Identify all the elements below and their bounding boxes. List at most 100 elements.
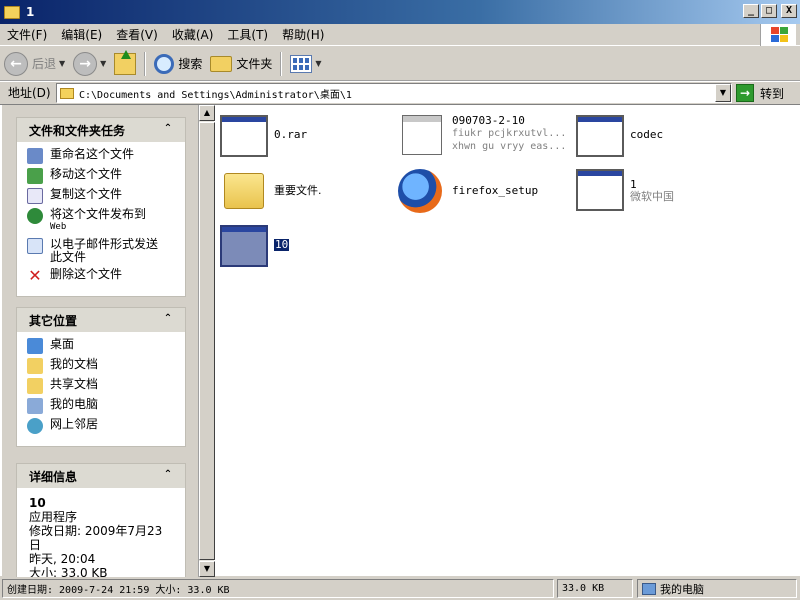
collapse-icon[interactable]: ⌃ bbox=[161, 123, 175, 137]
menu-favorites[interactable]: 收藏(A) bbox=[165, 26, 221, 43]
folders-label: 文件夹 bbox=[236, 57, 273, 71]
task-delete[interactable]: ✕ 删除这个文件 bbox=[27, 268, 175, 284]
file-item[interactable]: 重要文件. bbox=[220, 169, 322, 213]
collapse-icon[interactable]: ⌃ bbox=[161, 469, 175, 483]
folder-icon bbox=[4, 5, 20, 19]
file-name: codec bbox=[630, 128, 664, 141]
collapse-icon[interactable]: ⌃ bbox=[161, 313, 175, 327]
menu-view[interactable]: 查看(V) bbox=[109, 26, 165, 43]
details-header[interactable]: 详细信息 ⌃ bbox=[17, 464, 185, 488]
file-item[interactable]: 0.rar bbox=[220, 115, 307, 159]
task-move[interactable]: 移动这个文件 bbox=[27, 168, 175, 184]
file-name: 10 bbox=[274, 238, 290, 251]
copy-icon bbox=[27, 188, 43, 204]
task-label-sub: Web bbox=[50, 222, 67, 232]
file-item[interactable]: 090703-2-10 fiukr pcjkrxutvl... xhwn gu … bbox=[398, 115, 566, 159]
detail-size: 大小: 33.0 KB bbox=[29, 566, 108, 577]
shared-documents-icon bbox=[27, 378, 43, 394]
file-name: firefox_setup bbox=[452, 184, 539, 197]
forward-button[interactable]: → ▼ bbox=[69, 49, 110, 79]
address-bar: 地址(D) C:\Documents and Settings\Administ… bbox=[0, 81, 800, 103]
back-arrow-icon: ← bbox=[4, 51, 28, 76]
back-label: 后退 bbox=[32, 57, 57, 71]
desktop-icon bbox=[27, 338, 43, 354]
task-label: 重命名这个文件 bbox=[50, 147, 135, 161]
file-tasks-header[interactable]: 文件和文件夹任务 ⌃ bbox=[17, 118, 185, 142]
folders-icon bbox=[210, 55, 233, 72]
go-arrow-icon: → bbox=[736, 84, 754, 102]
address-value[interactable]: C:\Documents and Settings\Administrator\… bbox=[79, 86, 352, 101]
task-pane: 文件和文件夹任务 ⌃ 重命名这个文件 移动这个文件 复制这个文件 将这个文件发布… bbox=[2, 105, 198, 577]
forward-dropdown-icon[interactable]: ▼ bbox=[100, 59, 106, 68]
details-title: 详细信息 bbox=[29, 469, 78, 484]
program-icon bbox=[576, 169, 624, 211]
task-copy[interactable]: 复制这个文件 bbox=[27, 188, 175, 204]
file-tasks-title: 文件和文件夹任务 bbox=[29, 123, 126, 138]
place-shared-documents[interactable]: 共享文档 bbox=[27, 378, 175, 394]
file-name: 090703-2-10 bbox=[452, 114, 525, 127]
file-desc: fiukr pcjkrxutvl... bbox=[452, 128, 567, 139]
go-button[interactable]: → 转到 bbox=[736, 83, 784, 103]
toolbar-separator bbox=[280, 51, 283, 76]
other-places-header[interactable]: 其它位置 ⌃ bbox=[17, 308, 185, 332]
place-label: 共享文档 bbox=[50, 377, 99, 391]
task-email[interactable]: 以电子邮件形式发送 此文件 bbox=[27, 238, 175, 264]
task-publish-web[interactable]: 将这个文件发布到 Web bbox=[27, 208, 175, 234]
place-desktop[interactable]: 桌面 bbox=[27, 338, 175, 354]
delete-icon: ✕ bbox=[28, 266, 42, 285]
status-bar: 创建日期: 2009-7-24 21:59 大小: 33.0 KB 33.0 K… bbox=[0, 577, 800, 600]
maximize-button[interactable]: □ bbox=[761, 4, 777, 18]
my-computer-icon bbox=[27, 398, 43, 414]
menu-help[interactable]: 帮助(H) bbox=[275, 26, 331, 43]
menu-tools[interactable]: 工具(T) bbox=[220, 26, 275, 43]
search-button[interactable]: 搜索 bbox=[150, 49, 206, 79]
back-dropdown-icon[interactable]: ▼ bbox=[59, 59, 65, 68]
up-button[interactable] bbox=[110, 49, 140, 79]
address-field[interactable]: C:\Documents and Settings\Administrator\… bbox=[56, 83, 732, 103]
file-item[interactable]: 1 微软中国 bbox=[576, 169, 674, 213]
minimize-button[interactable]: _ bbox=[743, 4, 759, 18]
back-button[interactable]: ← 后退 ▼ bbox=[0, 49, 69, 79]
forward-arrow-icon: → bbox=[73, 51, 98, 76]
detail-file-type: 应用程序 bbox=[29, 510, 78, 524]
file-item[interactable]: codec bbox=[576, 115, 663, 159]
file-name: 0.rar bbox=[274, 128, 308, 141]
other-places-panel: 其它位置 ⌃ 桌面 我的文档 共享文档 我的电脑 网上邻居 bbox=[16, 307, 186, 447]
my-computer-icon bbox=[642, 582, 656, 595]
file-item[interactable]: firefox_setup bbox=[398, 169, 538, 213]
place-label: 我的文档 bbox=[50, 357, 99, 371]
scroll-down-icon[interactable]: ▼ bbox=[199, 561, 215, 577]
task-pane-scrollbar[interactable]: ▲ ▼ bbox=[198, 105, 215, 577]
menu-file[interactable]: 文件(F) bbox=[0, 26, 54, 43]
program-icon bbox=[576, 115, 624, 157]
place-my-documents[interactable]: 我的文档 bbox=[27, 358, 175, 374]
other-places-title: 其它位置 bbox=[29, 313, 78, 328]
file-name: 重要文件. bbox=[274, 184, 322, 197]
my-documents-icon bbox=[27, 358, 43, 374]
task-rename[interactable]: 重命名这个文件 bbox=[27, 148, 175, 164]
menu-edit[interactable]: 编辑(E) bbox=[54, 26, 109, 43]
place-network[interactable]: 网上邻居 bbox=[27, 418, 175, 434]
window-controls: _ □ X bbox=[743, 4, 797, 18]
rename-icon bbox=[27, 148, 43, 164]
folder-icon bbox=[224, 173, 264, 209]
address-dropdown-icon[interactable]: ▼ bbox=[715, 84, 731, 102]
scroll-up-icon[interactable]: ▲ bbox=[199, 105, 215, 121]
window-title: 1 bbox=[26, 5, 35, 19]
views-button[interactable]: ▼ bbox=[286, 49, 325, 79]
place-label: 网上邻居 bbox=[50, 417, 99, 431]
file-item-selected[interactable]: 10 bbox=[220, 225, 290, 269]
search-icon bbox=[154, 53, 175, 74]
address-label: 地址(D) bbox=[8, 86, 51, 100]
toolbar-separator bbox=[144, 51, 147, 76]
folders-button[interactable]: 文件夹 bbox=[206, 49, 276, 79]
scroll-thumb[interactable] bbox=[199, 122, 215, 560]
file-name-block: 090703-2-10 fiukr pcjkrxutvl... xhwn gu … bbox=[452, 115, 566, 153]
title-bar[interactable]: 1 _ □ X bbox=[0, 0, 800, 24]
close-button[interactable]: X bbox=[781, 4, 797, 18]
place-label: 我的电脑 bbox=[50, 397, 99, 411]
windows-logo-icon bbox=[760, 24, 796, 46]
file-name-block: 1 微软中国 bbox=[630, 179, 674, 203]
place-my-computer[interactable]: 我的电脑 bbox=[27, 398, 175, 414]
place-label: 桌面 bbox=[50, 337, 75, 351]
